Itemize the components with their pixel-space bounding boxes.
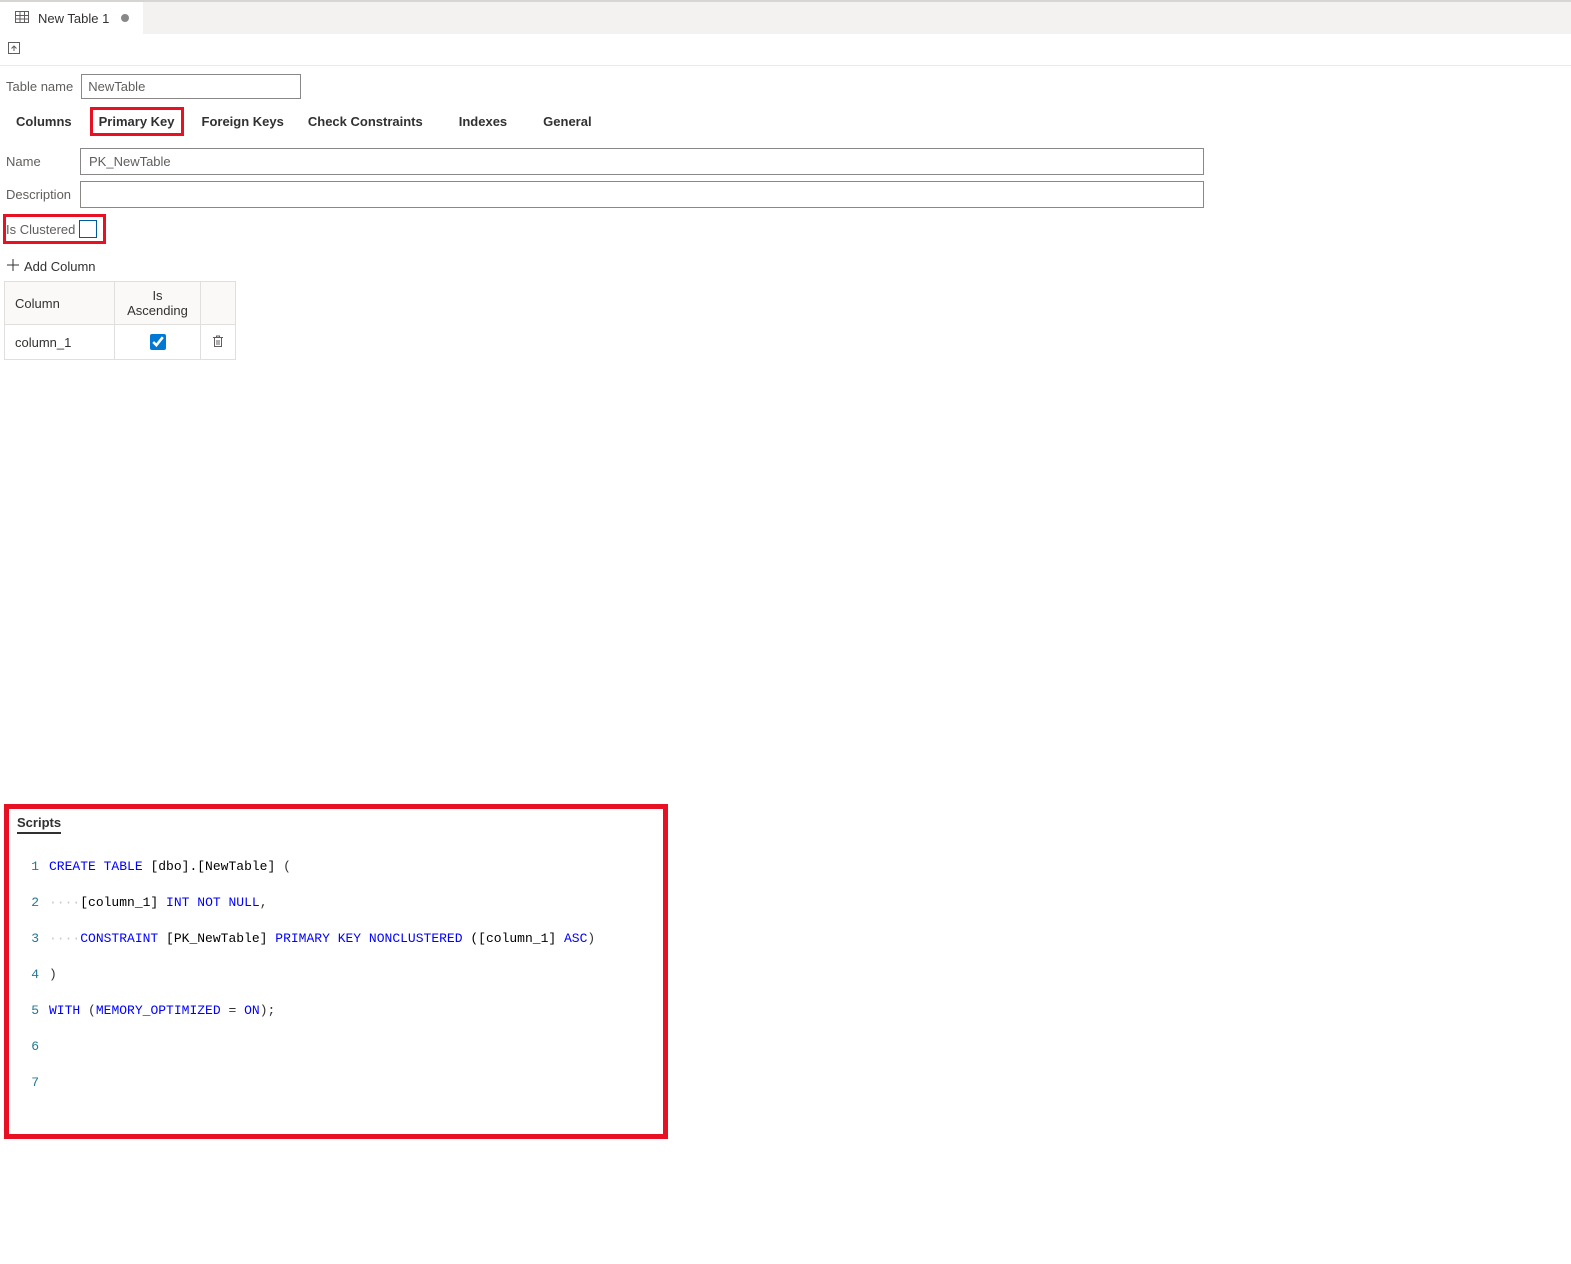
- scripts-title: Scripts: [17, 815, 61, 834]
- pk-form: Name Description Is Clustered: [0, 144, 1210, 244]
- table-icon: [14, 9, 30, 28]
- plus-icon: [6, 258, 20, 275]
- is-clustered-label: Is Clustered: [6, 222, 75, 237]
- file-tab[interactable]: New Table 1: [0, 2, 144, 34]
- cell-column-name[interactable]: column_1: [5, 325, 115, 360]
- tab-check-constraints[interactable]: Check Constraints: [302, 110, 429, 133]
- line-number: 7: [17, 1074, 39, 1092]
- trash-icon[interactable]: [211, 336, 225, 351]
- is-clustered-checkbox[interactable]: [79, 220, 97, 238]
- unsaved-dot-icon: [121, 14, 129, 22]
- pk-name-input[interactable]: [80, 148, 1204, 175]
- table-name-input[interactable]: [81, 74, 301, 99]
- table-name-row: Table name: [0, 66, 1571, 107]
- designer-tab-strip: Columns Primary Key Foreign Keys Check C…: [0, 107, 1220, 144]
- col-header-is-ascending: Is Ascending: [115, 282, 201, 325]
- is-clustered-wrapper: Is Clustered: [3, 214, 106, 244]
- publish-icon[interactable]: [6, 40, 22, 59]
- add-column-label: Add Column: [24, 259, 96, 274]
- line-number: 4: [17, 966, 39, 984]
- tab-general[interactable]: General: [537, 110, 597, 133]
- cell-is-ascending: [115, 325, 201, 360]
- table-row: column_1: [5, 325, 236, 360]
- scripts-panel: Scripts 1CREATE TABLE [dbo].[NewTable] (…: [4, 804, 668, 1139]
- is-ascending-checkbox[interactable]: [150, 334, 166, 350]
- spacer: [0, 360, 1571, 800]
- tab-foreign-keys[interactable]: Foreign Keys: [196, 110, 290, 133]
- pk-columns-grid: Column Is Ascending column_1: [4, 281, 236, 360]
- col-header-actions: [201, 282, 236, 325]
- cell-delete: [201, 325, 236, 360]
- col-header-column: Column: [5, 282, 115, 325]
- add-column-button[interactable]: Add Column: [0, 252, 1571, 281]
- tab-indexes[interactable]: Indexes: [453, 110, 513, 133]
- tab-columns[interactable]: Columns: [10, 110, 78, 133]
- table-name-label: Table name: [6, 79, 73, 94]
- line-number: 2: [17, 894, 39, 912]
- secondary-toolbar: [0, 34, 1571, 66]
- editor-tab-bar: New Table 1: [0, 0, 1571, 34]
- sql-editor[interactable]: 1CREATE TABLE [dbo].[NewTable] ( 2····[c…: [17, 840, 655, 1128]
- line-number: 1: [17, 858, 39, 876]
- pk-description-label: Description: [6, 187, 80, 202]
- tab-primary-key[interactable]: Primary Key: [90, 107, 184, 136]
- line-number: 6: [17, 1038, 39, 1056]
- pk-name-label: Name: [6, 154, 80, 169]
- file-tab-label: New Table 1: [38, 11, 109, 26]
- line-number: 5: [17, 1002, 39, 1020]
- pk-description-input[interactable]: [80, 181, 1204, 208]
- line-number: 3: [17, 930, 39, 948]
